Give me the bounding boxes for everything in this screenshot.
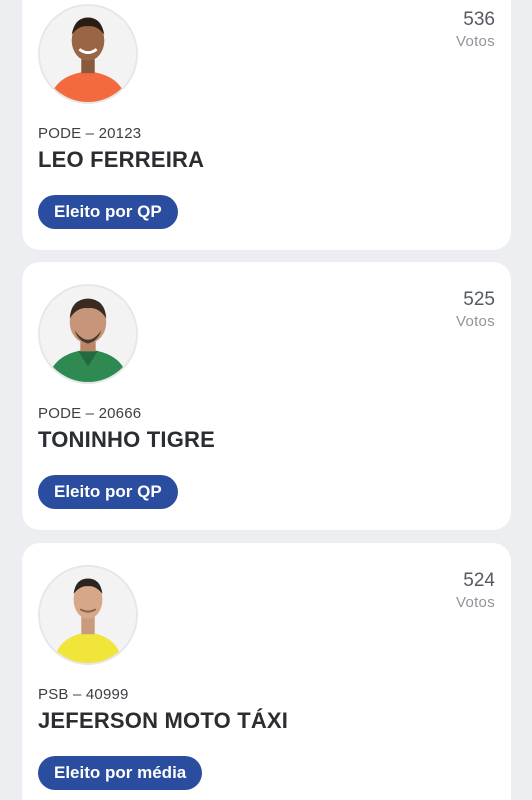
- party-and-number: PODE – 20123: [38, 125, 142, 142]
- vote-count: 525: [463, 289, 495, 310]
- candidate-name: LEO FERREIRA: [38, 147, 205, 172]
- election-status-badge[interactable]: Eleito por média: [38, 756, 203, 790]
- party-and-number: PODE – 20666: [38, 405, 142, 422]
- candidate-photo: [38, 4, 138, 104]
- election-status-badge[interactable]: Eleito por QP: [38, 475, 178, 509]
- votes-label: Votos: [455, 313, 495, 330]
- candidate-card[interactable]: 536 Votos PODE – 20123 LEO FERREIRA Elei…: [22, 0, 511, 250]
- votes-label: Votos: [455, 33, 495, 50]
- person-avatar-icon: [40, 286, 136, 382]
- candidate-card[interactable]: 525 Votos PODE – 20666 TONINHO TIGRE Ele…: [22, 262, 511, 530]
- party-and-number: PSB – 40999: [38, 686, 129, 703]
- vote-count: 524: [463, 570, 495, 591]
- candidate-name: TONINHO TIGRE: [38, 427, 215, 452]
- person-avatar-icon: [40, 567, 136, 663]
- election-status-badge[interactable]: Eleito por QP: [38, 195, 178, 229]
- votes-label: Votos: [455, 594, 495, 611]
- person-avatar-icon: [40, 6, 136, 102]
- vote-count-block: 536 Votos: [456, 8, 495, 52]
- candidate-name: JEFERSON MOTO TÁXI: [38, 708, 289, 733]
- candidate-card[interactable]: 524 Votos PSB – 40999 JEFERSON MOTO TÁXI…: [22, 543, 511, 800]
- candidate-photo: [38, 284, 138, 384]
- candidate-photo: [38, 565, 138, 665]
- vote-count-block: 525 Votos: [456, 288, 495, 332]
- vote-count: 536: [463, 9, 495, 30]
- candidate-results-list: 536 Votos PODE – 20123 LEO FERREIRA Elei…: [0, 0, 532, 800]
- vote-count-block: 524 Votos: [456, 569, 495, 613]
